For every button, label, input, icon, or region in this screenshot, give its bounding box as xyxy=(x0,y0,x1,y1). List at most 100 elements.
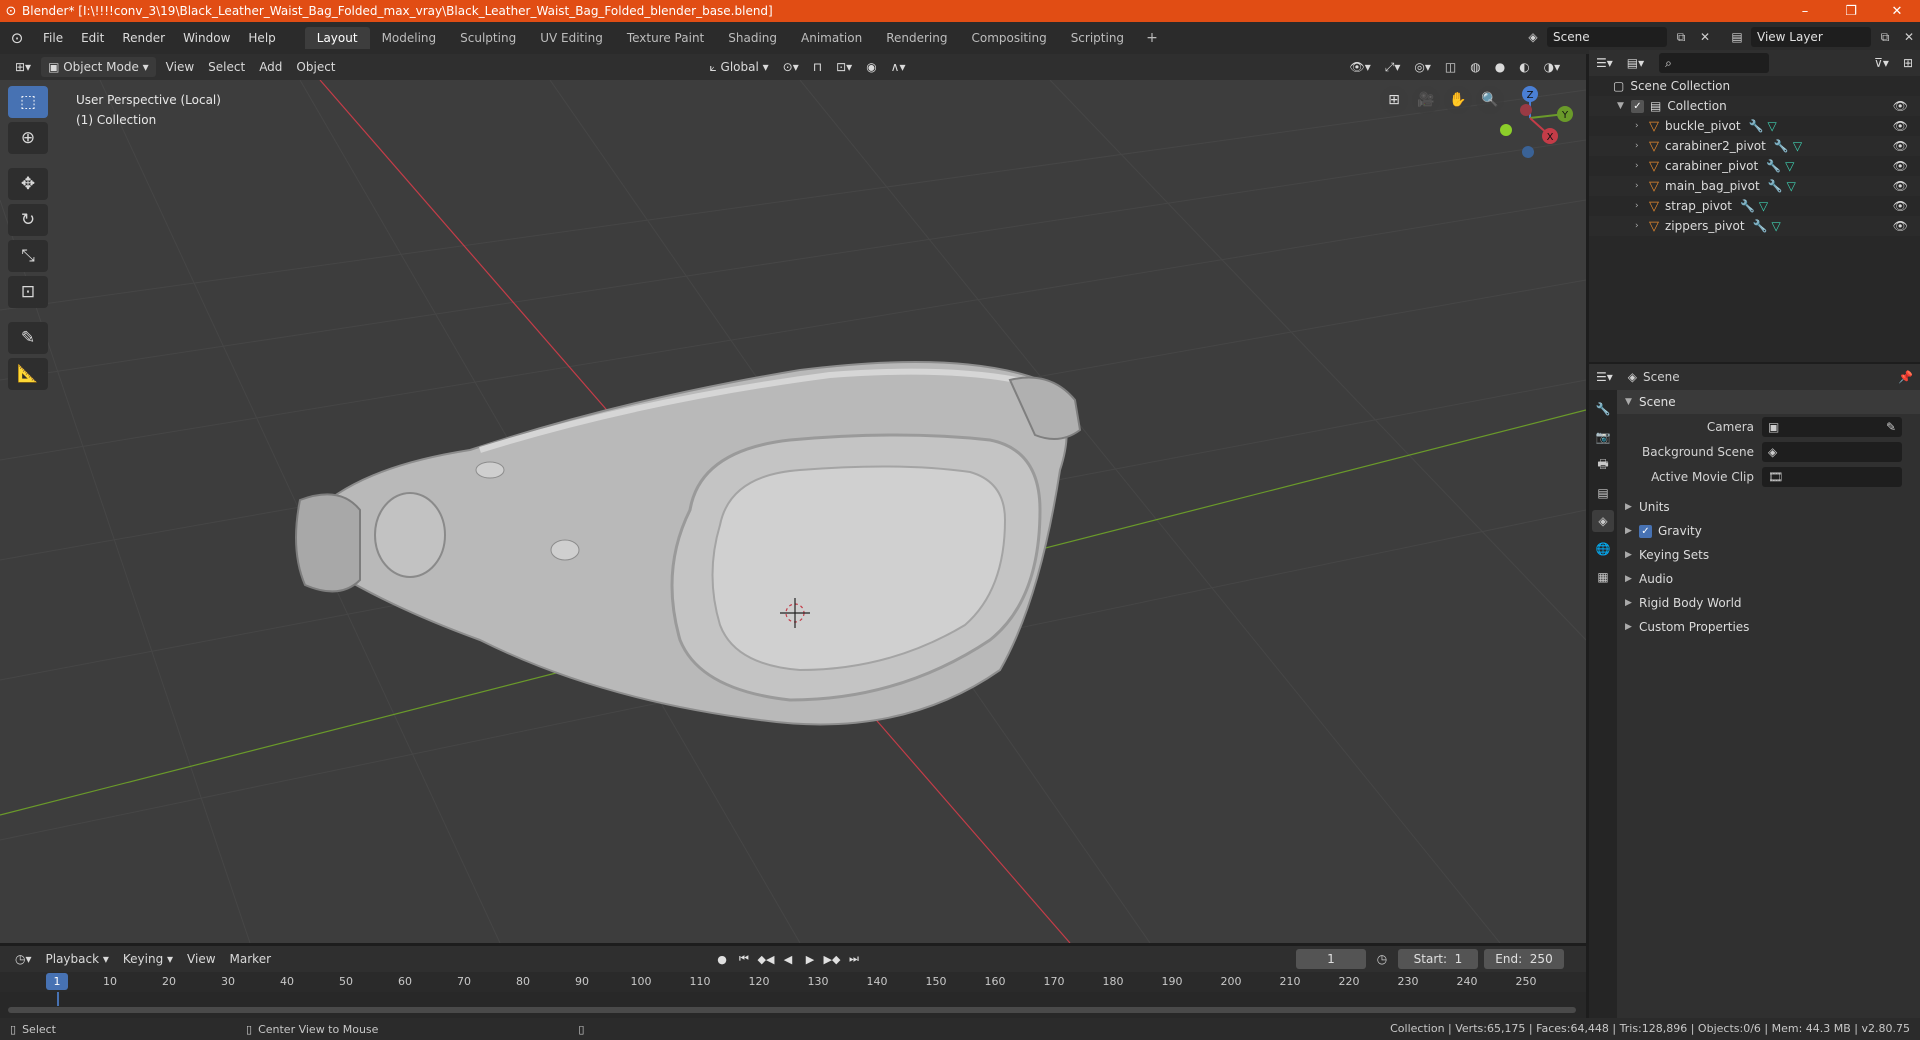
mesh-data-icon[interactable]: ▽ xyxy=(1772,219,1781,233)
end-frame-field[interactable]: End: 250 xyxy=(1484,949,1564,969)
modifier-icon[interactable]: 🔧 xyxy=(1766,159,1781,173)
timeline-body[interactable] xyxy=(0,992,1586,1018)
timeline-menu-view[interactable]: View xyxy=(180,949,222,969)
modifier-icon[interactable]: 🔧 xyxy=(1768,179,1783,193)
new-collection-icon[interactable]: ⊞ xyxy=(1896,53,1920,73)
scene-icon[interactable]: ◈ xyxy=(1523,27,1543,47)
gravity-checkbox[interactable]: ✓ xyxy=(1639,524,1652,538)
tab-modeling[interactable]: Modeling xyxy=(370,27,449,49)
gravity-subpanel[interactable]: ▶ ✓ Gravity xyxy=(1617,519,1920,543)
snap-target-icon[interactable]: ⊡▾ xyxy=(829,57,859,77)
display-mode-icon[interactable]: ▤▾ xyxy=(1620,53,1651,73)
active-movie-clip-field[interactable]: 🎞 xyxy=(1762,466,1902,487)
minimize-button[interactable]: – xyxy=(1782,0,1828,22)
jump-end-icon[interactable]: ⏭ xyxy=(844,949,864,969)
menu-window[interactable]: Window xyxy=(174,31,239,45)
solid-shading-icon[interactable]: ● xyxy=(1488,57,1512,77)
tab-shading[interactable]: Shading xyxy=(716,27,789,49)
tab-animation[interactable]: Animation xyxy=(789,27,874,49)
outliner-object-carabiner[interactable]: › ▽ carabiner_pivot 🔧 ▽ 👁 xyxy=(1589,156,1920,176)
select-box-tool-icon[interactable]: ⬚ xyxy=(8,86,48,118)
visibility-icon[interactable]: 👁▾ xyxy=(1342,57,1377,77)
delete-scene-icon[interactable]: ✕ xyxy=(1695,27,1715,47)
modifier-icon[interactable]: 🔧 xyxy=(1740,199,1755,213)
record-icon[interactable]: ● xyxy=(712,949,732,969)
new-view-layer-icon[interactable]: ⧉ xyxy=(1875,27,1895,47)
tab-scripting[interactable]: Scripting xyxy=(1059,27,1136,49)
camera-view-icon[interactable]: 🎥 xyxy=(1412,86,1440,114)
cursor-tool-icon[interactable]: ⊕ xyxy=(8,122,48,154)
menu-object[interactable]: Object xyxy=(289,57,342,77)
expand-chevron-icon[interactable]: › xyxy=(1635,181,1649,191)
eye-icon[interactable]: 👁 xyxy=(1893,199,1908,213)
timeline-menu-marker[interactable]: Marker xyxy=(223,949,278,969)
tab-uv-editing[interactable]: UV Editing xyxy=(528,27,615,49)
orientation-dropdown[interactable]: ⟀ Global ▾ xyxy=(703,57,776,77)
tab-layout[interactable]: Layout xyxy=(304,27,370,49)
move-tool-icon[interactable]: ✥ xyxy=(8,168,48,200)
modifier-icon[interactable]: 🔧 xyxy=(1753,219,1768,233)
editor-type-icon[interactable]: ⊞▾ xyxy=(8,57,38,77)
pan-hand-icon[interactable]: ✋ xyxy=(1444,86,1472,114)
eye-icon[interactable]: 👁 xyxy=(1893,139,1908,153)
outliner-scene-collection[interactable]: ▢ Scene Collection xyxy=(1589,76,1920,96)
menu-select[interactable]: Select xyxy=(201,57,252,77)
expand-chevron-icon[interactable]: › xyxy=(1635,141,1649,151)
expand-chevron-icon[interactable]: › xyxy=(1635,161,1649,171)
material-shading-icon[interactable]: ◐ xyxy=(1512,57,1536,77)
measure-tool-icon[interactable]: 📐 xyxy=(8,358,48,390)
tool-settings-tab-icon[interactable]: 🔧 xyxy=(1592,398,1614,420)
grid-view-icon[interactable]: ⊞ xyxy=(1380,86,1408,114)
rotate-tool-icon[interactable]: ↻ xyxy=(8,204,48,236)
eyedropper-icon[interactable]: ✎ xyxy=(1886,420,1896,434)
keying-sets-subpanel[interactable]: ▶ Keying Sets xyxy=(1617,543,1920,567)
play-reverse-icon[interactable]: ◀ xyxy=(778,949,798,969)
jump-start-icon[interactable]: ⏮ xyxy=(734,949,754,969)
outliner-object-main-bag[interactable]: › ▽ main_bag_pivot 🔧 ▽ 👁 xyxy=(1589,176,1920,196)
scale-tool-icon[interactable]: ⤡ xyxy=(8,240,48,272)
output-tab-icon[interactable]: 🖶 xyxy=(1592,454,1614,476)
menu-render[interactable]: Render xyxy=(113,31,174,45)
mode-dropdown[interactable]: ▣ Object Mode ▾ xyxy=(41,57,156,77)
eye-icon[interactable]: 👁 xyxy=(1893,219,1908,233)
timeline-menu-keying[interactable]: Keying ▾ xyxy=(116,949,180,969)
falloff-icon[interactable]: ∧▾ xyxy=(884,57,913,77)
collection-checkbox[interactable]: ✓ xyxy=(1631,99,1644,113)
filter-icon[interactable]: ⊽▾ xyxy=(1867,53,1896,73)
mesh-data-icon[interactable]: ▽ xyxy=(1785,159,1794,173)
transform-tool-icon[interactable]: ⊡ xyxy=(8,276,48,308)
eye-icon[interactable]: 👁 xyxy=(1893,99,1908,113)
scene-panel-header[interactable]: ▼ Scene xyxy=(1617,390,1920,414)
outliner-search-input[interactable]: ⌕ xyxy=(1659,53,1770,73)
view-layer-field[interactable]: View Layer xyxy=(1751,27,1871,47)
texture-tab-icon[interactable]: ▦ xyxy=(1592,566,1614,588)
expand-chevron-icon[interactable]: ▼ xyxy=(1617,101,1631,111)
timeline-scrollbar[interactable] xyxy=(8,1007,1576,1013)
outliner-object-buckle[interactable]: › ▽ buckle_pivot 🔧 ▽ 👁 xyxy=(1589,116,1920,136)
add-workspace-button[interactable]: + xyxy=(1136,27,1168,49)
audio-subpanel[interactable]: ▶ Audio xyxy=(1617,567,1920,591)
wireframe-shading-icon[interactable]: ◍ xyxy=(1463,57,1487,77)
start-frame-field[interactable]: Start: 1 xyxy=(1398,949,1478,969)
outliner-object-strap[interactable]: › ▽ strap_pivot 🔧 ▽ 👁 xyxy=(1589,196,1920,216)
current-frame-field[interactable]: 1 xyxy=(1296,949,1366,969)
rendered-shading-icon[interactable]: ◑▾ xyxy=(1537,57,1568,77)
overlay-toggle-icon[interactable]: ◎▾ xyxy=(1407,57,1438,77)
units-subpanel[interactable]: ▶ Units xyxy=(1617,495,1920,519)
mesh-data-icon[interactable]: ▽ xyxy=(1793,139,1802,153)
outliner-object-carabiner2[interactable]: › ▽ carabiner2_pivot 🔧 ▽ 👁 xyxy=(1589,136,1920,156)
current-frame-indicator[interactable]: 1 xyxy=(46,973,68,990)
pin-icon[interactable]: 📌 xyxy=(1891,367,1920,387)
mesh-data-icon[interactable]: ▽ xyxy=(1768,119,1777,133)
world-tab-icon[interactable]: 🌐 xyxy=(1592,538,1614,560)
new-scene-icon[interactable]: ⧉ xyxy=(1671,27,1691,47)
snap-icon[interactable]: ⊓ xyxy=(806,57,829,77)
blender-menu-icon[interactable]: ⊙ xyxy=(0,29,34,47)
eye-icon[interactable]: 👁 xyxy=(1893,119,1908,133)
menu-view[interactable]: View xyxy=(159,57,201,77)
timeline-editor-type-icon[interactable]: ◷▾ xyxy=(8,949,39,969)
maximize-button[interactable]: ❐ xyxy=(1828,0,1874,22)
modifier-icon[interactable]: 🔧 xyxy=(1749,119,1764,133)
render-tab-icon[interactable]: 📷 xyxy=(1592,426,1614,448)
scene-tab-icon[interactable]: ◈ xyxy=(1592,510,1614,532)
